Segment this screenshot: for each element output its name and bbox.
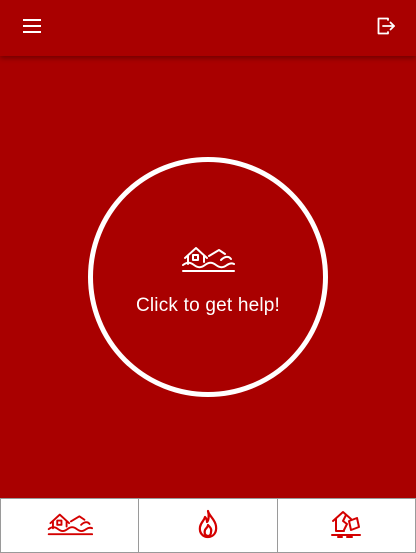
app-bar xyxy=(0,0,416,56)
tab-earthquake[interactable] xyxy=(276,498,416,553)
flood-icon xyxy=(47,511,93,541)
get-help-button[interactable]: Click to get help! xyxy=(88,157,328,397)
fire-icon xyxy=(195,509,221,543)
earthquake-icon xyxy=(330,509,362,543)
logout-icon xyxy=(376,16,396,40)
flood-icon xyxy=(180,243,236,275)
bottom-navigation xyxy=(0,498,416,553)
menu-icon xyxy=(22,18,42,38)
menu-button[interactable] xyxy=(20,16,44,40)
tab-fire[interactable] xyxy=(138,498,278,553)
logout-button[interactable] xyxy=(374,16,398,40)
tab-flood[interactable] xyxy=(0,498,140,553)
help-button-label: Click to get help! xyxy=(135,295,281,316)
